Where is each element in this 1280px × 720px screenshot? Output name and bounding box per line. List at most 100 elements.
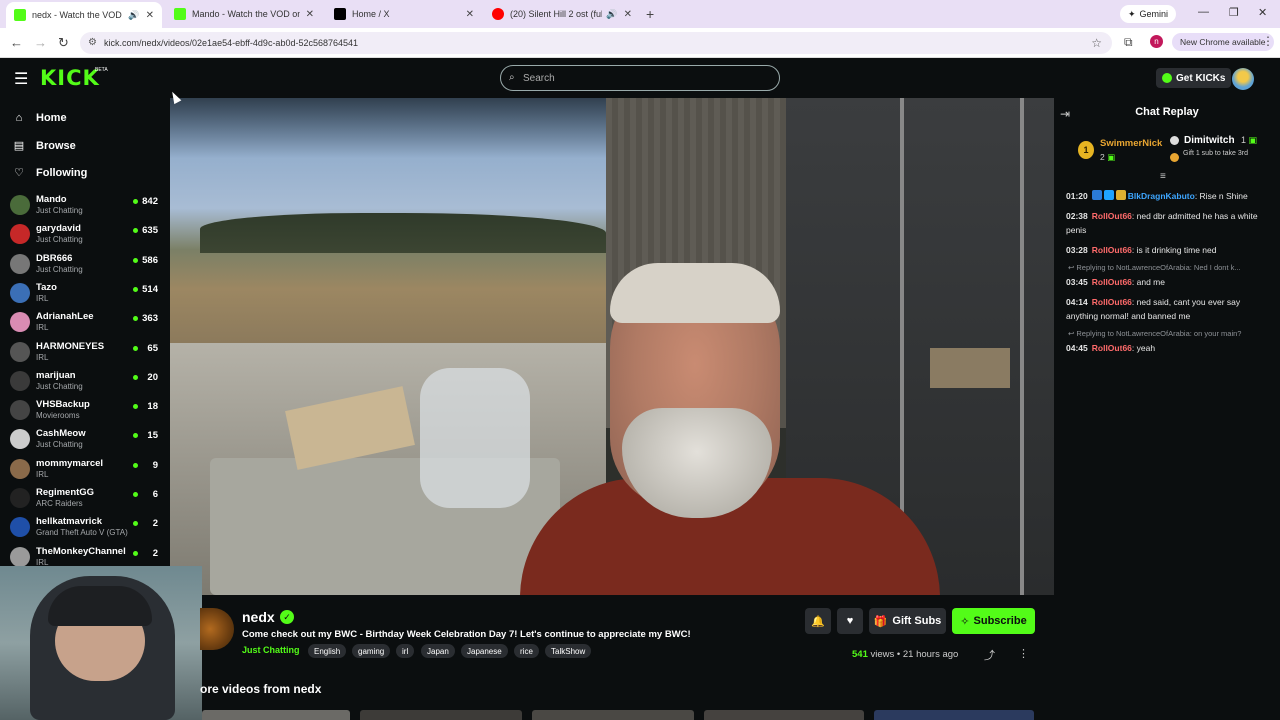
- search-input[interactable]: ⌕ Search: [500, 65, 780, 91]
- tag-chip[interactable]: Japan: [421, 644, 455, 658]
- top-gifter-name[interactable]: Dimitwitch: [1184, 135, 1235, 146]
- tag-chip[interactable]: irl: [396, 644, 415, 658]
- message-username[interactable]: RollOut66: [1092, 211, 1132, 221]
- browser-menu-icon[interactable]: ⋮: [1262, 34, 1274, 48]
- speaker-icon[interactable]: 🔊: [606, 9, 617, 20]
- video-player[interactable]: [170, 98, 1054, 595]
- video-thumbnail[interactable]: [360, 710, 522, 720]
- video-thumbnail[interactable]: [704, 710, 864, 720]
- tag-chip[interactable]: TalkShow: [545, 644, 592, 658]
- speaker-icon[interactable]: 🔊: [128, 10, 139, 21]
- channel-category: IRL: [36, 352, 49, 362]
- video-thumbnail[interactable]: [874, 710, 1034, 720]
- tag-chip[interactable]: gaming: [352, 644, 391, 658]
- message-timestamp: 03:28: [1066, 245, 1088, 255]
- sidebar: ⌂ Home ▤ Browse ♡ Following Mando Just Ch…: [0, 98, 170, 568]
- sidebar-channel[interactable]: HARMONEYES IRL 65: [10, 339, 160, 365]
- top-gifter-name[interactable]: SwimmerNick: [1100, 138, 1162, 149]
- chat-message[interactable]: 03:45 RollOut66: and me: [1066, 275, 1270, 289]
- channel-category: IRL: [36, 469, 49, 479]
- extensions-icon[interactable]: ⧉: [1124, 35, 1133, 50]
- tag-chip[interactable]: Japanese: [461, 644, 508, 658]
- video-thumbnail[interactable]: [532, 710, 694, 720]
- message-username[interactable]: RollOut66: [1092, 297, 1132, 307]
- chat-message[interactable]: 03:28 RollOut66: is it drinking time ned: [1066, 243, 1270, 257]
- notifications-button[interactable]: 🔔: [805, 608, 831, 634]
- chat-message[interactable]: 01:20 BlkDragnKabuto: Rise n Shine: [1066, 189, 1270, 203]
- reply-context[interactable]: ↩ Replying to NotLawrenceOfArabia: Ned I…: [1068, 263, 1270, 272]
- tag-chip[interactable]: rice: [514, 644, 539, 658]
- sidebar-item-browse[interactable]: ▤ Browse: [12, 139, 76, 153]
- close-window-icon[interactable]: ✕: [1258, 6, 1267, 19]
- message-username[interactable]: RollOut66: [1092, 245, 1132, 255]
- bookmark-star-icon[interactable]: ☆: [1091, 36, 1102, 50]
- back-icon[interactable]: ←: [10, 35, 23, 50]
- sidebar-channel[interactable]: marijuan Just Chatting 20: [10, 368, 160, 394]
- browser-tab[interactable]: Mando - Watch the VOD on Ki ✕: [166, 4, 322, 24]
- webcam-overlay: [0, 566, 202, 720]
- sidebar-channel[interactable]: VHSBackup Movierooms 18: [10, 397, 160, 423]
- more-options-icon[interactable]: ⋮: [1018, 647, 1029, 660]
- reply-context[interactable]: ↩ Replying to NotLawrenceOfArabia: on yo…: [1068, 329, 1270, 338]
- tag-chip[interactable]: English: [308, 644, 347, 658]
- kick-logo[interactable]: KICK: [40, 66, 100, 90]
- hair: [610, 263, 780, 323]
- sidebar-channel[interactable]: hellkatmavrick Grand Theft Auto V (GTA) 2: [10, 514, 160, 540]
- url-input[interactable]: ⚙ kick.com/nedx/videos/02e1ae54-ebff-4d9…: [80, 32, 1112, 54]
- site-info-icon[interactable]: ⚙: [88, 37, 97, 48]
- sidebar-item-following[interactable]: ♡ Following: [12, 166, 87, 180]
- sidebar-channel[interactable]: garydavid Just Chatting 635: [10, 221, 160, 247]
- sidebar-channel[interactable]: Tazo IRL 514: [10, 280, 160, 306]
- channel-avatar[interactable]: [200, 608, 234, 650]
- browser-tab[interactable]: Home / X ✕: [326, 4, 482, 24]
- update-chrome-button[interactable]: New Chrome available: [1172, 33, 1274, 51]
- close-tab-icon[interactable]: ✕: [624, 9, 632, 20]
- live-dot-icon: [133, 550, 138, 556]
- message-timestamp: 01:20: [1066, 191, 1088, 201]
- get-kicks-button[interactable]: Get KICKs: [1156, 68, 1232, 88]
- sidebar-item-home[interactable]: ⌂ Home: [12, 112, 67, 124]
- category-link[interactable]: Just Chatting: [242, 645, 300, 655]
- live-dot-icon: [133, 345, 138, 351]
- sidebar-channel[interactable]: CashMeow Just Chatting 15: [10, 426, 160, 452]
- video-thumbnail[interactable]: [202, 710, 350, 720]
- channel-name: AdrianahLee: [36, 311, 94, 323]
- channel-avatar: [10, 546, 30, 567]
- message-username[interactable]: BlkDragnKabuto: [1128, 191, 1195, 201]
- channel-avatar: [10, 341, 30, 362]
- chat-message[interactable]: 02:38 RollOut66: ned dbr admitted he has …: [1066, 209, 1270, 237]
- close-tab-icon[interactable]: ✕: [466, 9, 474, 20]
- share-icon[interactable]: ⤴: [984, 647, 995, 663]
- sidebar-channel[interactable]: AdrianahLee IRL 363: [10, 309, 160, 335]
- sidebar-channel[interactable]: mommymarcel IRL 9: [10, 456, 160, 482]
- message-username[interactable]: RollOut66: [1092, 277, 1132, 287]
- close-tab-icon[interactable]: ✕: [146, 10, 154, 21]
- forward-icon[interactable]: →: [34, 35, 47, 50]
- gemini-button[interactable]: ✦ Gemini: [1120, 5, 1177, 23]
- chat-message[interactable]: 04:14 RollOut66: ned said, cant you ever …: [1066, 295, 1270, 323]
- browser-tab[interactable]: (20) Silent Hill 2 ost (full al 🔊 ✕: [484, 4, 640, 24]
- browser-tab[interactable]: nedx - Watch the VOD on Ki 🔊 ✕: [6, 2, 162, 28]
- subscribe-button[interactable]: ✧ Subscribe: [952, 608, 1035, 634]
- live-dot-icon: [133, 433, 138, 439]
- chat-badge-icon: [1091, 190, 1102, 200]
- reload-icon[interactable]: ↻: [58, 35, 69, 51]
- new-tab-button[interactable]: +: [646, 6, 654, 22]
- viewer-count: 586: [142, 254, 158, 266]
- chat-message[interactable]: 04:45 RollOut66: yeah: [1066, 341, 1270, 355]
- user-avatar[interactable]: [1232, 68, 1254, 90]
- minimize-icon[interactable]: —: [1198, 6, 1209, 18]
- restore-icon[interactable]: ❐: [1229, 6, 1239, 19]
- message-username[interactable]: RollOut66: [1092, 343, 1132, 353]
- gift-sub-prompt[interactable]: Gift 1 sub to take 3rd: [1183, 150, 1253, 158]
- sidebar-channel[interactable]: RegimentGG ARC Raiders 6: [10, 485, 160, 511]
- sidebar-channel[interactable]: Mando Just Chatting 842: [10, 192, 160, 218]
- pinned-messages-icon[interactable]: ≡: [1160, 171, 1166, 182]
- profile-avatar[interactable]: n: [1150, 35, 1163, 48]
- menu-hamburger-icon[interactable]: ☰: [14, 69, 28, 89]
- sidebar-channel[interactable]: DBR666 Just Chatting 586: [10, 251, 160, 277]
- gift-subs-button[interactable]: 🎁 Gift Subs: [869, 608, 946, 634]
- close-tab-icon[interactable]: ✕: [306, 9, 314, 20]
- channel-name[interactable]: nedx: [242, 609, 275, 625]
- follow-button[interactable]: ♥: [837, 608, 863, 634]
